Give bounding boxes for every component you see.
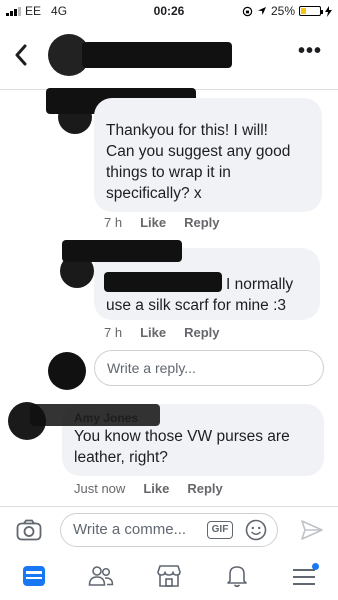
comment-text-line: You know those VW purses are	[74, 428, 290, 445]
marketplace-icon	[157, 565, 181, 587]
comment-time: 7 h	[104, 325, 123, 340]
emoji-icon[interactable]	[245, 519, 267, 541]
news-feed-icon	[22, 566, 45, 586]
comment-input[interactable]: Write a comme... GIF	[60, 513, 278, 547]
redacted-commenter-name	[62, 240, 182, 262]
reply-button[interactable]: Reply	[184, 215, 219, 230]
rotation-lock-icon	[242, 6, 253, 16]
like-button[interactable]: Like	[140, 215, 166, 230]
reply-input[interactable]: Write a reply...	[94, 350, 324, 386]
reply-button[interactable]: Reply	[187, 481, 222, 496]
redacted-author-name	[82, 42, 232, 68]
send-icon[interactable]	[300, 519, 324, 541]
comment-text-line: Can you suggest any good	[106, 143, 291, 160]
comment-time: Just now	[74, 481, 126, 496]
charging-icon	[325, 5, 332, 17]
comment-actions: 7 h Like Reply	[104, 325, 220, 340]
tab-menu[interactable]	[289, 561, 320, 591]
comment-bubble[interactable]: Thankyou for this! I will! Can you sugge…	[94, 98, 322, 212]
menu-notification-dot	[312, 563, 320, 570]
chevron-left-icon	[15, 44, 27, 66]
like-button[interactable]: Like	[143, 481, 169, 496]
reply-button[interactable]: Reply	[184, 325, 219, 340]
comment-text-line: use a silk scarf for mine :3	[106, 297, 287, 314]
comment-time: 7 h	[104, 215, 123, 230]
location-icon	[257, 7, 266, 15]
like-button[interactable]: Like	[140, 325, 166, 340]
tab-marketplace[interactable]	[154, 561, 184, 591]
more-options-button[interactable]: •••	[298, 40, 322, 63]
comment-actions: Just now Like Reply	[74, 481, 223, 496]
camera-icon[interactable]	[16, 519, 42, 541]
back-button[interactable]	[14, 42, 28, 73]
comment-input-placeholder: Write a comme...	[73, 521, 187, 538]
bottom-tab-bar	[0, 552, 338, 600]
my-avatar	[48, 352, 86, 390]
friends-icon	[89, 566, 114, 586]
comment-actions: 7 h Like Reply	[104, 215, 220, 230]
battery-icon	[299, 6, 323, 16]
comment-text-line: things to wrap it in	[106, 164, 231, 181]
redacted-mention	[104, 272, 222, 292]
tab-news-feed[interactable]	[19, 561, 49, 591]
status-bar: EE 4G 00:26 25%	[0, 0, 338, 22]
gif-button[interactable]: GIF	[207, 521, 233, 539]
comment-composer: Write a comme... GIF	[0, 506, 338, 552]
tab-friends[interactable]	[86, 561, 116, 591]
notifications-icon	[226, 566, 247, 588]
comment-text-line: specifically? x	[106, 185, 202, 202]
battery-percent: 25%	[270, 4, 295, 18]
comment-text-line: Thankyou for this! I will!	[106, 122, 268, 139]
tab-notifications[interactable]	[222, 561, 252, 591]
post-header: •••	[0, 24, 338, 90]
redacted-commenter-name	[30, 404, 160, 426]
comment-text-line: leather, right?	[74, 449, 168, 466]
